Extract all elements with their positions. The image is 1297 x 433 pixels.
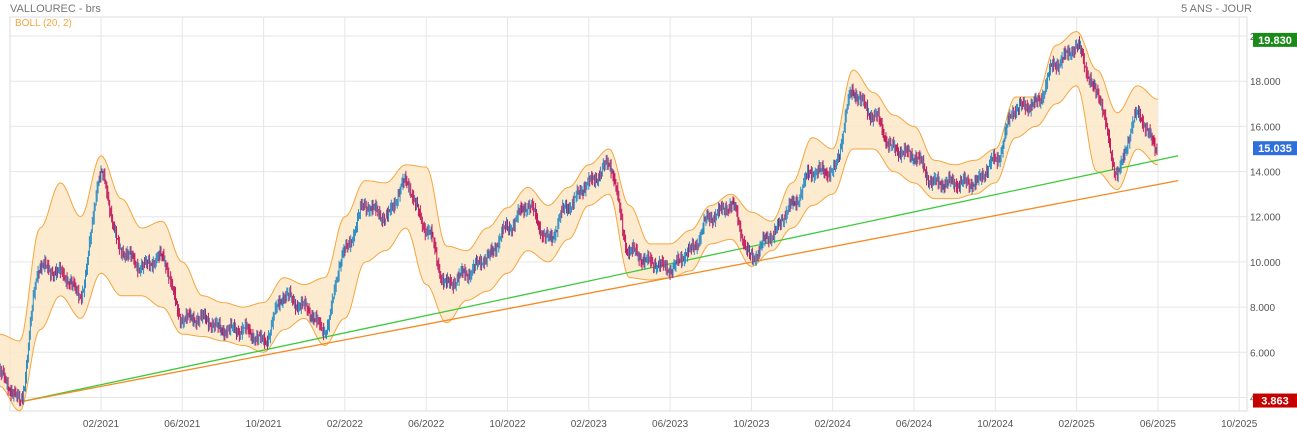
- x-tick-label: 06/2024: [896, 419, 933, 430]
- x-tick-label: 10/2024: [977, 419, 1014, 430]
- x-tick-label: 10/2022: [489, 419, 526, 430]
- badge-last-text: 15.035: [1258, 143, 1292, 155]
- bollinger-band: [0, 30, 1158, 412]
- x-tick-label: 02/2022: [327, 419, 364, 430]
- x-tick-label: 10/2021: [246, 419, 283, 430]
- y-tick-label: 18.000: [1250, 77, 1281, 88]
- x-tick-label: 02/2021: [83, 419, 120, 430]
- x-tick-label: 02/2024: [815, 419, 852, 430]
- y-tick-label: 14.000: [1250, 168, 1281, 179]
- x-tick-label: 02/2025: [1059, 419, 1096, 430]
- x-tick-label: 06/2025: [1140, 419, 1177, 430]
- x-tick-label: 06/2022: [408, 419, 445, 430]
- badge-high-text: 19.830: [1258, 35, 1292, 47]
- x-tick-label: 10/2025: [1221, 419, 1258, 430]
- x-tick-label: 06/2021: [164, 419, 201, 430]
- x-tick-label: 06/2023: [652, 419, 689, 430]
- y-tick-label: 6.000: [1250, 348, 1275, 359]
- x-tick-label: 10/2023: [733, 419, 770, 430]
- y-tick-label: 10.000: [1250, 258, 1281, 269]
- y-tick-label: 12.000: [1250, 213, 1281, 224]
- x-tick-label: 02/2023: [571, 419, 608, 430]
- badge-low-text: 3.863: [1261, 396, 1289, 408]
- price-chart[interactable]: 4.0006.0008.00010.00012.00014.00016.0001…: [0, 0, 1297, 433]
- y-tick-label: 8.000: [1250, 303, 1275, 314]
- y-tick-label: 16.000: [1250, 122, 1281, 133]
